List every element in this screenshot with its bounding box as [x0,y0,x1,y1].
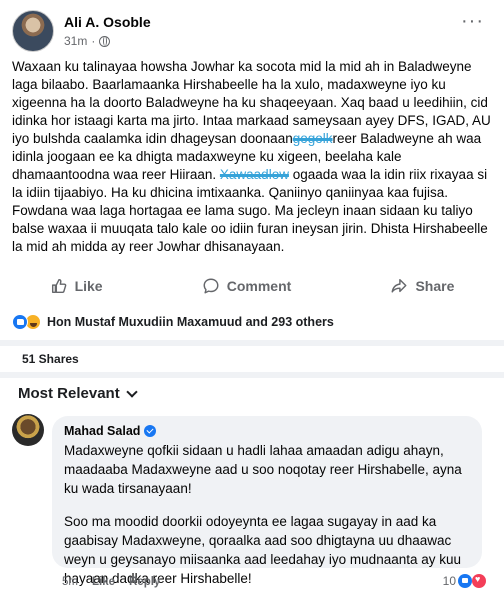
comment-label: Comment [226,278,292,294]
comment-reply-button[interactable]: Reply [129,576,160,588]
redacted-scribble: Xawaadlow [219,167,289,182]
meta-separator: · [91,34,96,48]
chevron-down-icon [126,385,138,398]
post-body: Waxaan ku talinayaa howsha Jowhar ka soc… [12,58,494,256]
comment-reaction-count: 10 [442,574,456,588]
post-action-bar: Like Comment Share [0,272,504,300]
thumbs-up-icon [51,278,66,294]
commenter-name[interactable]: Mahad Salad [64,424,140,438]
like-reaction-icon [458,574,472,588]
redacted-scribble: gogolk [292,131,333,146]
like-label: Like [74,278,103,294]
post-time[interactable]: 31m [64,34,87,48]
comment-reactions[interactable]: 10 [443,574,486,588]
comment-bubble: Mahad Salad Madaxweyne qofkii sidaan u h… [52,416,482,586]
comment-button[interactable]: Comment [202,277,292,295]
speech-bubble-icon [203,278,219,294]
reactions-text: Hon Mustaf Muxudiin Maxamuud and 293 oth… [47,315,334,329]
section-divider [0,340,504,346]
post-text: Waxaan ku talinayaa howsha Jowhar ka soc… [12,58,494,256]
heart-reaction-icon [472,574,486,588]
share-label: Share [415,278,455,294]
comment-paragraph: Madaxweyne qofkii sidaan u hadli lahaa a… [64,443,462,496]
commenter-avatar[interactable] [12,414,44,446]
post-header: Ali A. Osoble 31m · ··· [12,10,492,54]
like-button[interactable]: Like [50,277,103,295]
commenter-name-row: Mahad Salad [64,424,470,438]
section-divider [0,372,504,378]
post-meta: 31m · [64,34,111,48]
comment-text: Madaxweyne qofkii sidaan u hadli lahaa a… [64,441,470,588]
comment-time[interactable]: 5m [62,576,78,588]
shares-count[interactable]: 51 Shares [22,352,79,366]
author-avatar[interactable] [12,10,54,52]
verified-badge-icon [144,425,157,437]
globe-icon [99,35,111,47]
comment-actions: 5m Like Reply [62,576,160,588]
author-name[interactable]: Ali A. Osoble [64,14,151,30]
comment-like-button[interactable]: Like [92,576,115,588]
reactions-summary[interactable]: Hon Mustaf Muxudiin Maxamuud and 293 oth… [12,312,334,332]
sort-label: Most Relevant [18,385,120,402]
comment-sort-dropdown[interactable]: Most Relevant [18,385,138,402]
like-reaction-icon [12,314,28,330]
more-options-icon[interactable]: ··· [461,10,484,33]
share-arrow-icon [391,278,407,293]
share-button[interactable]: Share [390,277,454,295]
